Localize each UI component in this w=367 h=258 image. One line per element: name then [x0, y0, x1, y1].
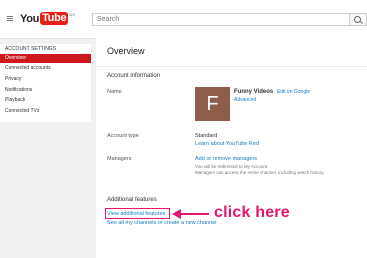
sidebar-item-overview[interactable]: Overview — [0, 54, 91, 63]
search-button[interactable] — [350, 13, 367, 26]
sidebar-item-privacy[interactable]: Privacy — [0, 75, 91, 84]
account-info-heading: Account information — [107, 73, 161, 79]
logo-you-text: You — [20, 12, 40, 25]
overview-panel: Overview Account information Name F Funn… — [96, 38, 367, 258]
learn-youtube-red-link[interactable]: Learn about YouTube Red — [195, 141, 259, 147]
account-settings-sidebar: ACCOUNT SETTINGS Overview Connected acco… — [0, 44, 91, 122]
click-here-annotation: click here — [214, 204, 290, 221]
sidebar-item-connected-accounts[interactable]: Connected accounts — [0, 64, 91, 73]
divider — [96, 66, 367, 67]
top-bar: You Tube US Search — [0, 0, 367, 39]
managers-label: Managers — [107, 156, 132, 162]
add-remove-managers-link[interactable]: Add or remove managers — [195, 156, 257, 162]
edit-on-google-link[interactable]: Edit on Google — [277, 89, 310, 95]
name-label: Name — [107, 89, 122, 95]
logo-region: US — [69, 12, 75, 17]
sidebar-item-playback[interactable]: Playback — [0, 96, 91, 105]
search-input[interactable]: Search — [92, 13, 350, 26]
additional-features-heading: Additional features — [107, 197, 157, 203]
logo-tube-text: Tube — [40, 12, 69, 25]
advanced-link[interactable]: Advanced — [234, 97, 256, 103]
managers-note-access: Managers can access the entire channel, … — [195, 170, 325, 175]
page-title: Overview — [107, 46, 145, 56]
avatar: F — [195, 87, 230, 121]
account-type-value: Standard — [195, 133, 218, 139]
account-type-label: Account type — [107, 133, 139, 139]
hamburger-menu-icon[interactable] — [7, 16, 13, 21]
sidebar-heading: ACCOUNT SETTINGS — [5, 46, 57, 52]
pointer-arrow-icon — [172, 209, 209, 219]
channel-name-text: Funny Videos — [234, 89, 274, 95]
highlight-box — [105, 208, 170, 219]
sidebar-item-connected-tvs[interactable]: Connected TVs — [0, 107, 91, 116]
channel-name: Funny Videos Edit on Google — [234, 89, 310, 95]
sidebar-item-notifications[interactable]: Notifications — [0, 86, 91, 95]
youtube-logo[interactable]: You Tube US — [20, 11, 75, 26]
